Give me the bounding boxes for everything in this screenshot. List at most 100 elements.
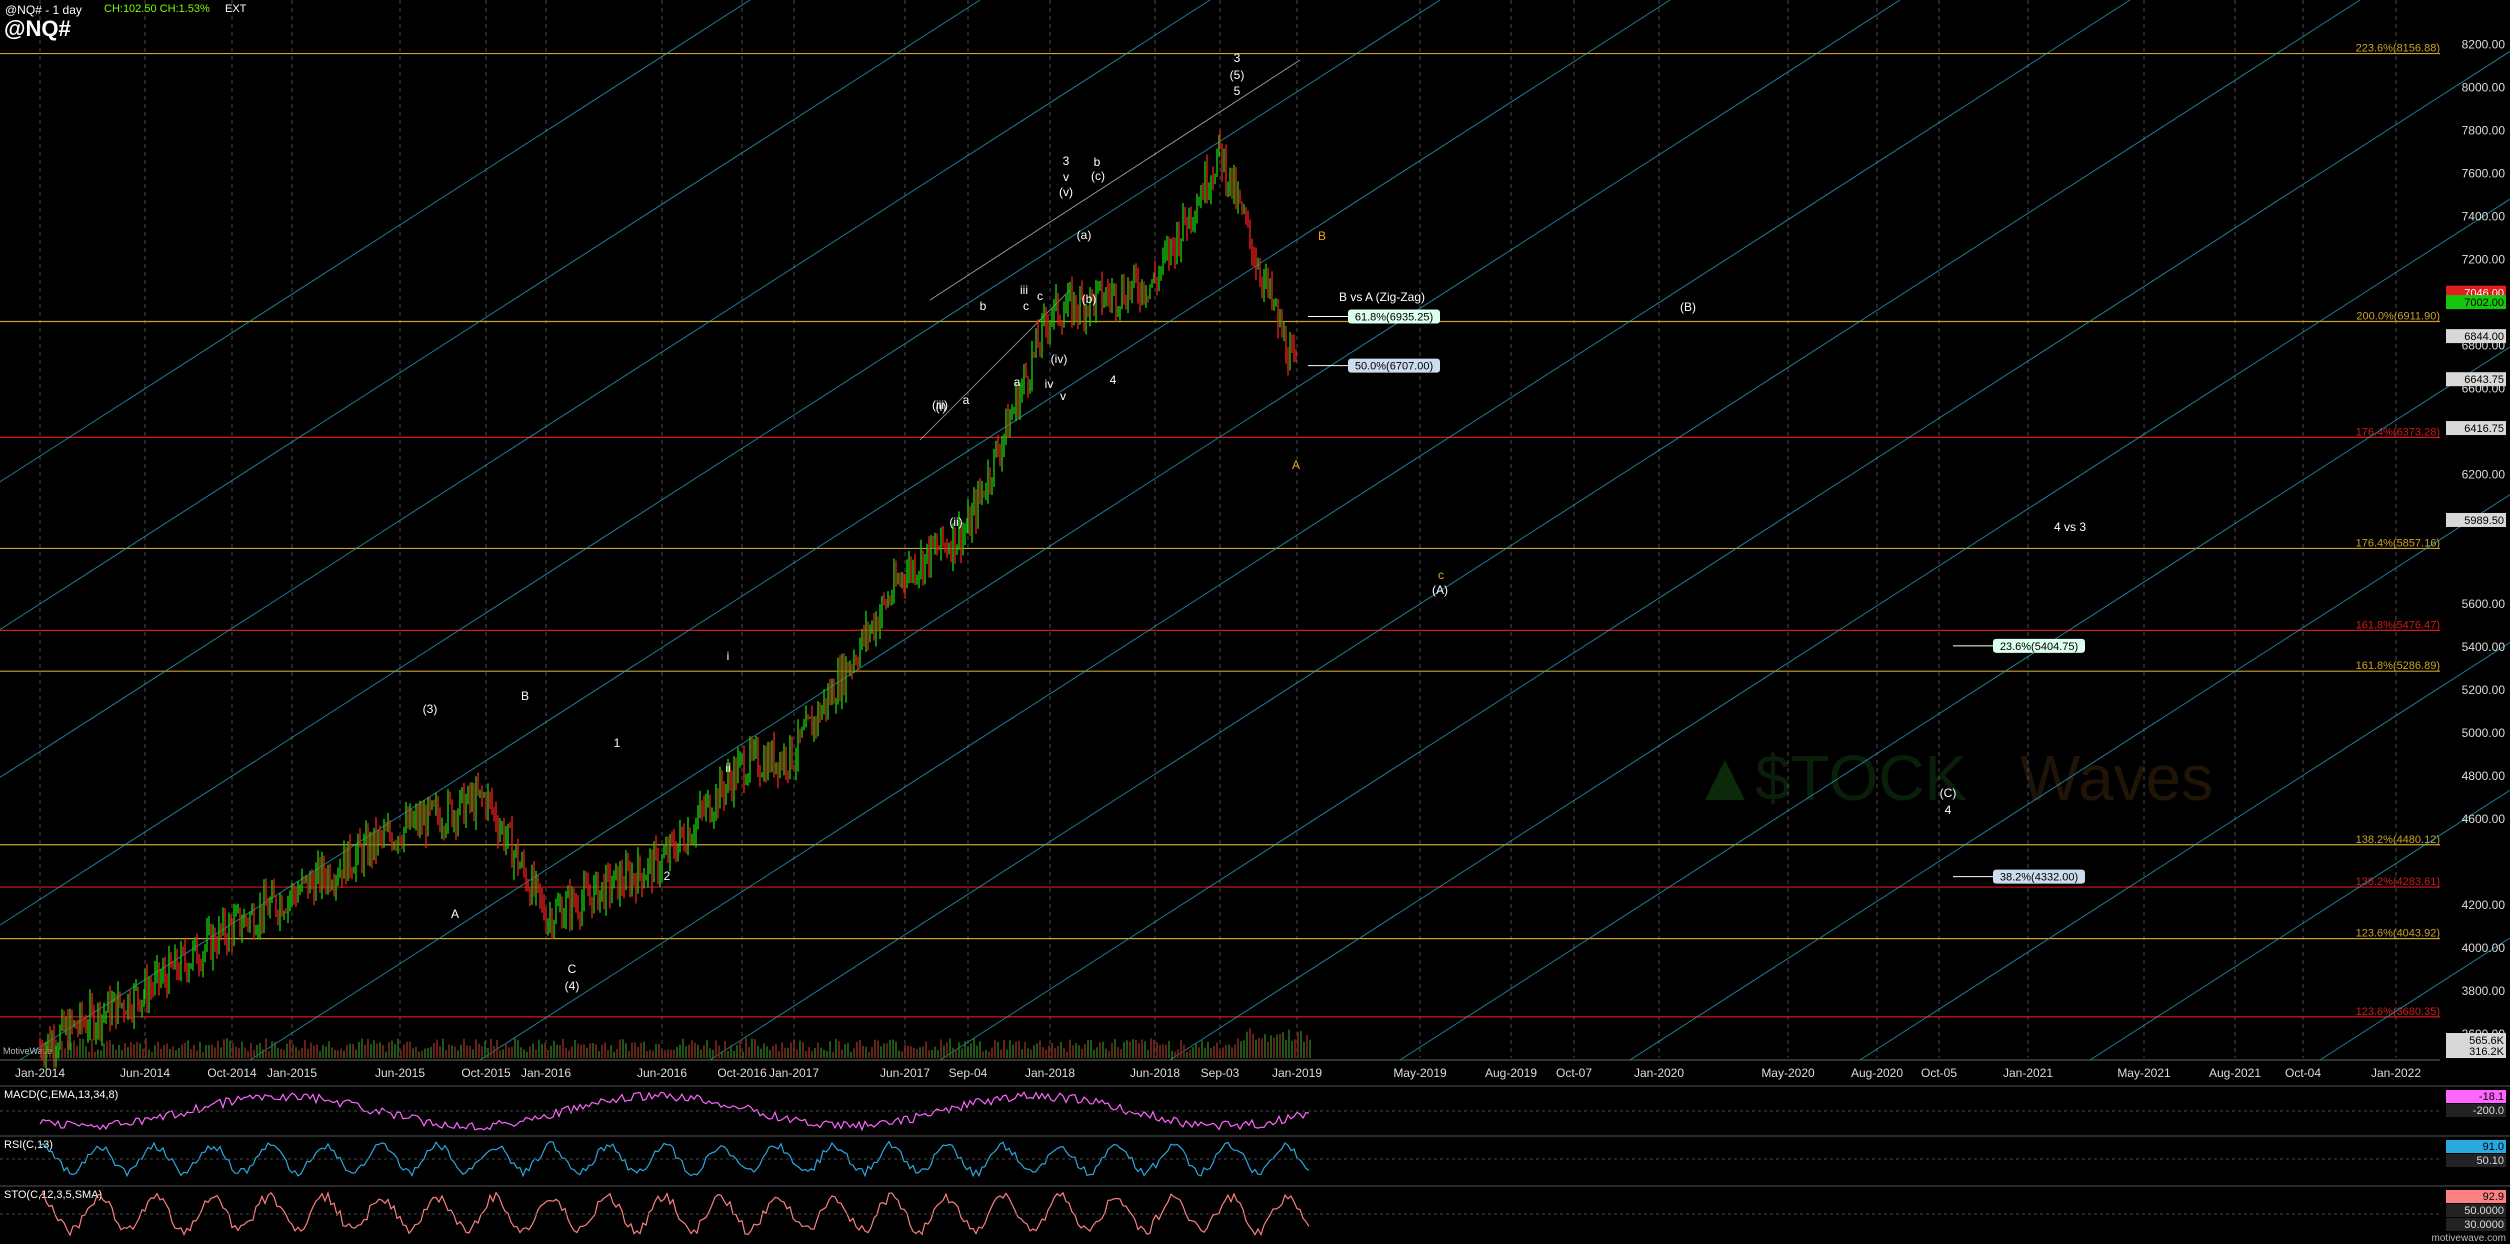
volume-bar (379, 1042, 381, 1058)
volume-bar (901, 1051, 903, 1058)
volume-bar (772, 1045, 774, 1058)
wave-label: (4) (565, 979, 580, 993)
volume-bar (283, 1050, 285, 1058)
volume-bar (934, 1046, 936, 1058)
volume-bar (271, 1041, 273, 1058)
volume-bar (997, 1041, 999, 1058)
volume-bar (1246, 1031, 1248, 1058)
wave-label: (iv) (1051, 352, 1068, 366)
volume-bar (718, 1045, 720, 1058)
panel-title: MACD(C,EMA,13,34,8) (4, 1089, 118, 1101)
volume-bar (556, 1044, 558, 1058)
volume-bar (1171, 1050, 1173, 1058)
panel-axis-label: 50.10 (2476, 1155, 2504, 1167)
chart-canvas[interactable]: $TOCK Waves 223.6%(8156.88) 200.0%(6911.9… (0, 0, 2510, 1244)
wave-label: (A) (1432, 583, 1448, 597)
volume-bar (1048, 1045, 1050, 1058)
target-label: 61.8%(6935.25) (1355, 311, 1433, 323)
volume-bar (1300, 1030, 1302, 1058)
volume-bar (202, 1051, 204, 1058)
fib-label: 123.6%(3680.35) (2356, 1006, 2440, 1018)
volume-bar (1102, 1041, 1104, 1058)
volume-bar (607, 1049, 609, 1058)
volume-bar (964, 1041, 966, 1058)
volume-bar (490, 1038, 492, 1058)
fib-label: 223.6%(8156.88) (2356, 43, 2440, 55)
volume-bar (139, 1043, 141, 1058)
volume-bar (1012, 1044, 1014, 1058)
volume-bar (697, 1044, 699, 1058)
x-tick-label: Sep-03 (1201, 1066, 1240, 1080)
volume-bar (289, 1039, 291, 1058)
volume-bar (571, 1046, 573, 1058)
volume-bar (1018, 1040, 1020, 1058)
volume-bar (790, 1042, 792, 1058)
volume-bar (961, 1048, 963, 1058)
price-flag-label: 5989.50 (2464, 515, 2504, 527)
volume-bar (871, 1046, 873, 1058)
volume-bar (970, 1043, 972, 1058)
y-tick-label: 6200.00 (2462, 468, 2506, 482)
volume-bar (1186, 1051, 1188, 1058)
volume-bar (1087, 1039, 1089, 1058)
volume-bar (661, 1049, 663, 1058)
volume-bar (868, 1051, 870, 1058)
panel-title: STO(C,12,3,5,SMA) (4, 1189, 102, 1201)
volume-bar (397, 1038, 399, 1058)
volume-bar (1114, 1039, 1116, 1058)
volume-bar (1270, 1035, 1272, 1058)
x-tick-label: Jun-2016 (637, 1066, 687, 1080)
volume-bar (673, 1049, 675, 1058)
volume-bar (376, 1043, 378, 1058)
volume-bar (1267, 1041, 1269, 1058)
volume-bar (1060, 1041, 1062, 1058)
volume-bar (1222, 1047, 1224, 1058)
volume-bar (1090, 1040, 1092, 1058)
wave-label: iii (1020, 283, 1028, 297)
volume-bar (823, 1049, 825, 1058)
volume-bar (664, 1050, 666, 1058)
volume-bar (85, 1046, 87, 1058)
volume-bar (493, 1045, 495, 1058)
volume-bar (328, 1041, 330, 1058)
volume-bar (559, 1045, 561, 1058)
x-tick-label: Oct-2014 (207, 1066, 257, 1080)
volume-bar (424, 1048, 426, 1058)
volume-bar (280, 1048, 282, 1058)
volume-bar (1084, 1044, 1086, 1058)
volume-bar (952, 1047, 954, 1058)
y-tick-label: 4800.00 (2462, 769, 2506, 783)
volume-bar (1009, 1039, 1011, 1058)
volume-bar (1282, 1032, 1284, 1058)
volume-bar (577, 1043, 579, 1058)
wave-label: 3 (1234, 51, 1241, 65)
volume-bar (1132, 1039, 1134, 1058)
x-tick-label: Jun-2014 (120, 1066, 170, 1080)
volume-bar (733, 1050, 735, 1058)
volume-bar (340, 1048, 342, 1058)
volume-bar (1273, 1037, 1275, 1058)
volume-bar (1192, 1047, 1194, 1058)
volume-bar (463, 1038, 465, 1058)
fib-label: 176.4%(6373.28) (2356, 426, 2440, 438)
volume-bar (472, 1049, 474, 1058)
wave-label: 1 (614, 736, 621, 750)
volume-bar (1264, 1033, 1266, 1058)
volume-bar (763, 1043, 765, 1058)
volume-bar (739, 1040, 741, 1058)
volume-bar (166, 1043, 168, 1058)
volume-bar (505, 1042, 507, 1058)
x-tick-label: Oct-05 (1921, 1066, 1957, 1080)
volume-bar (1285, 1039, 1287, 1058)
volume-bar (1144, 1041, 1146, 1058)
volume-bar (622, 1039, 624, 1058)
volume-bar (550, 1045, 552, 1058)
volume-bar (487, 1047, 489, 1058)
x-tick-label: Jun-2018 (1130, 1066, 1180, 1080)
volume-bar (1129, 1041, 1131, 1058)
volume-bar (1021, 1049, 1023, 1058)
volume-bar (679, 1044, 681, 1058)
volume-bar (421, 1050, 423, 1058)
volume-bar (544, 1042, 546, 1058)
volume-bar (157, 1041, 159, 1058)
